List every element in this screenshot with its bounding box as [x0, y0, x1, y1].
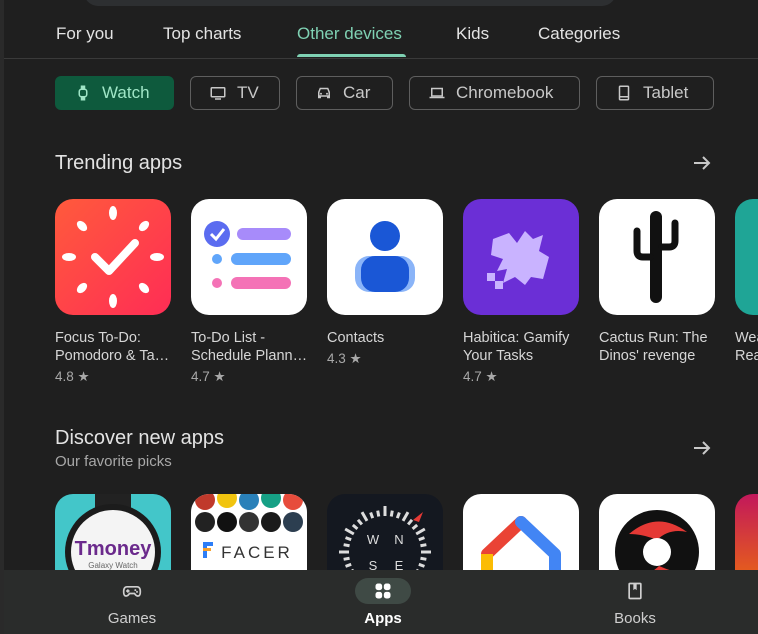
- compass-tick: [420, 556, 427, 561]
- arrow-right-icon[interactable]: [690, 151, 714, 175]
- contacts-icon: [327, 199, 443, 315]
- arrow-right-icon[interactable]: [690, 436, 714, 460]
- svg-text:W: W: [367, 532, 380, 547]
- compass-tick: [343, 556, 350, 561]
- app-name: WeaRead: [735, 330, 758, 364]
- nav-label: Games: [107, 610, 157, 627]
- app-name: Habitica: Gamify Your Tasks: [463, 330, 570, 364]
- laptop-icon: [429, 87, 445, 99]
- compass-tick: [345, 536, 352, 542]
- compass-tick: [369, 512, 375, 519]
- app-card-todo-list[interactable]: To-Do List - Schedule Plann… 4.7 ★: [191, 199, 311, 385]
- top-tabs: For you Top charts Other devices Kids Ca…: [4, 0, 758, 59]
- star-icon: ★: [485, 369, 498, 384]
- tv-icon: [210, 87, 226, 100]
- cactus-icon: [599, 199, 715, 315]
- apps-grid-icon: [375, 583, 391, 599]
- compass-tick: [420, 543, 427, 548]
- compass-tick: [356, 518, 364, 526]
- compass-tick: [344, 527, 355, 536]
- svg-text:Tmoney: Tmoney: [75, 538, 153, 560]
- nav-apps[interactable]: Apps: [313, 570, 453, 634]
- todo-list-icon: [191, 199, 307, 315]
- active-tab-indicator: [297, 54, 406, 57]
- chip-tablet[interactable]: Tablet: [596, 76, 714, 110]
- section-title-trending: Trending apps: [55, 152, 183, 174]
- app-card-habitica[interactable]: Habitica: Gamify Your Tasks 4.7 ★: [463, 199, 583, 385]
- nav-games[interactable]: Games: [62, 570, 202, 634]
- nav-label: Apps: [364, 610, 402, 627]
- star-icon: ★: [349, 351, 362, 366]
- chip-label: Chromebook: [456, 83, 554, 102]
- section-title-discover: Discover new apps: [55, 427, 224, 449]
- svg-text:N: N: [394, 532, 403, 547]
- bookmark-icon: [628, 582, 642, 600]
- nav-books[interactable]: Books: [565, 570, 705, 634]
- compass-tick: [351, 523, 359, 531]
- tab-for-you[interactable]: For you: [56, 24, 114, 44]
- bottom-navigation: Games Apps Books: [4, 570, 758, 634]
- chip-chromebook[interactable]: Chromebook: [409, 76, 580, 110]
- section-subtitle: Our favorite picks: [55, 453, 172, 470]
- compass-tick: [418, 562, 425, 568]
- nav-label: Books: [614, 610, 656, 627]
- chip-label: Tablet: [643, 83, 689, 102]
- car-icon: [318, 87, 330, 99]
- chip-label: Car: [343, 83, 371, 102]
- app-card-cactus-run[interactable]: Cactus Run: The Dinos' revenge: [599, 199, 719, 365]
- habitica-icon: [463, 199, 579, 315]
- chip-car[interactable]: Car: [296, 76, 393, 110]
- focus-todo-icon: [55, 199, 171, 315]
- tab-top-charts[interactable]: Top charts: [163, 24, 241, 44]
- app-name: Focus To-Do: Pomodoro & Ta…: [55, 330, 170, 364]
- tab-kids[interactable]: Kids: [456, 24, 489, 44]
- app-rating: 4.7 ★: [191, 369, 226, 384]
- app-rating: 4.7 ★: [463, 369, 498, 384]
- app-card-contacts[interactable]: Contacts 4.3 ★: [327, 199, 447, 367]
- tab-categories[interactable]: Categories: [538, 24, 620, 44]
- compass-tick: [376, 510, 381, 517]
- chip-label: Watch: [102, 83, 150, 102]
- star-icon: ★: [77, 369, 90, 384]
- compass-tick: [415, 527, 426, 536]
- compass-tick: [395, 512, 401, 519]
- compass-tick: [411, 523, 419, 531]
- compass-tick: [360, 511, 369, 522]
- app-rating: 4.8 ★: [55, 369, 90, 384]
- compass-tick: [343, 543, 350, 548]
- svg-text:FACER: FACER: [221, 543, 293, 562]
- app-card-focus-todo[interactable]: Focus To-Do: Pomodoro & Ta… 4.8 ★: [55, 199, 175, 385]
- chip-tv[interactable]: TV: [190, 76, 280, 110]
- watch-icon: [78, 85, 88, 101]
- chip-label: TV: [237, 83, 259, 102]
- compass-tick: [345, 562, 352, 568]
- compass-tick: [406, 518, 414, 526]
- tab-other-devices[interactable]: Other devices: [297, 24, 402, 44]
- star-icon: ★: [213, 369, 226, 384]
- compass-tick: [389, 510, 394, 517]
- compass-tick: [418, 536, 425, 542]
- play-store-window: For you Top charts Other devices Kids Ca…: [0, 0, 758, 634]
- compass-tick: [401, 511, 410, 522]
- app-icon: [735, 199, 758, 315]
- chip-watch[interactable]: Watch: [55, 76, 174, 110]
- tablet-icon: [618, 85, 630, 101]
- app-name: To-Do List - Schedule Plann…: [191, 330, 308, 364]
- app-name: Cactus Run: The Dinos' revenge: [599, 330, 708, 364]
- app-card-partial[interactable]: WeaRead: [735, 199, 758, 365]
- gamepad-icon: [122, 586, 142, 597]
- app-rating: 4.3 ★: [327, 351, 362, 366]
- svg-text:Galaxy Watch: Galaxy Watch: [88, 561, 138, 570]
